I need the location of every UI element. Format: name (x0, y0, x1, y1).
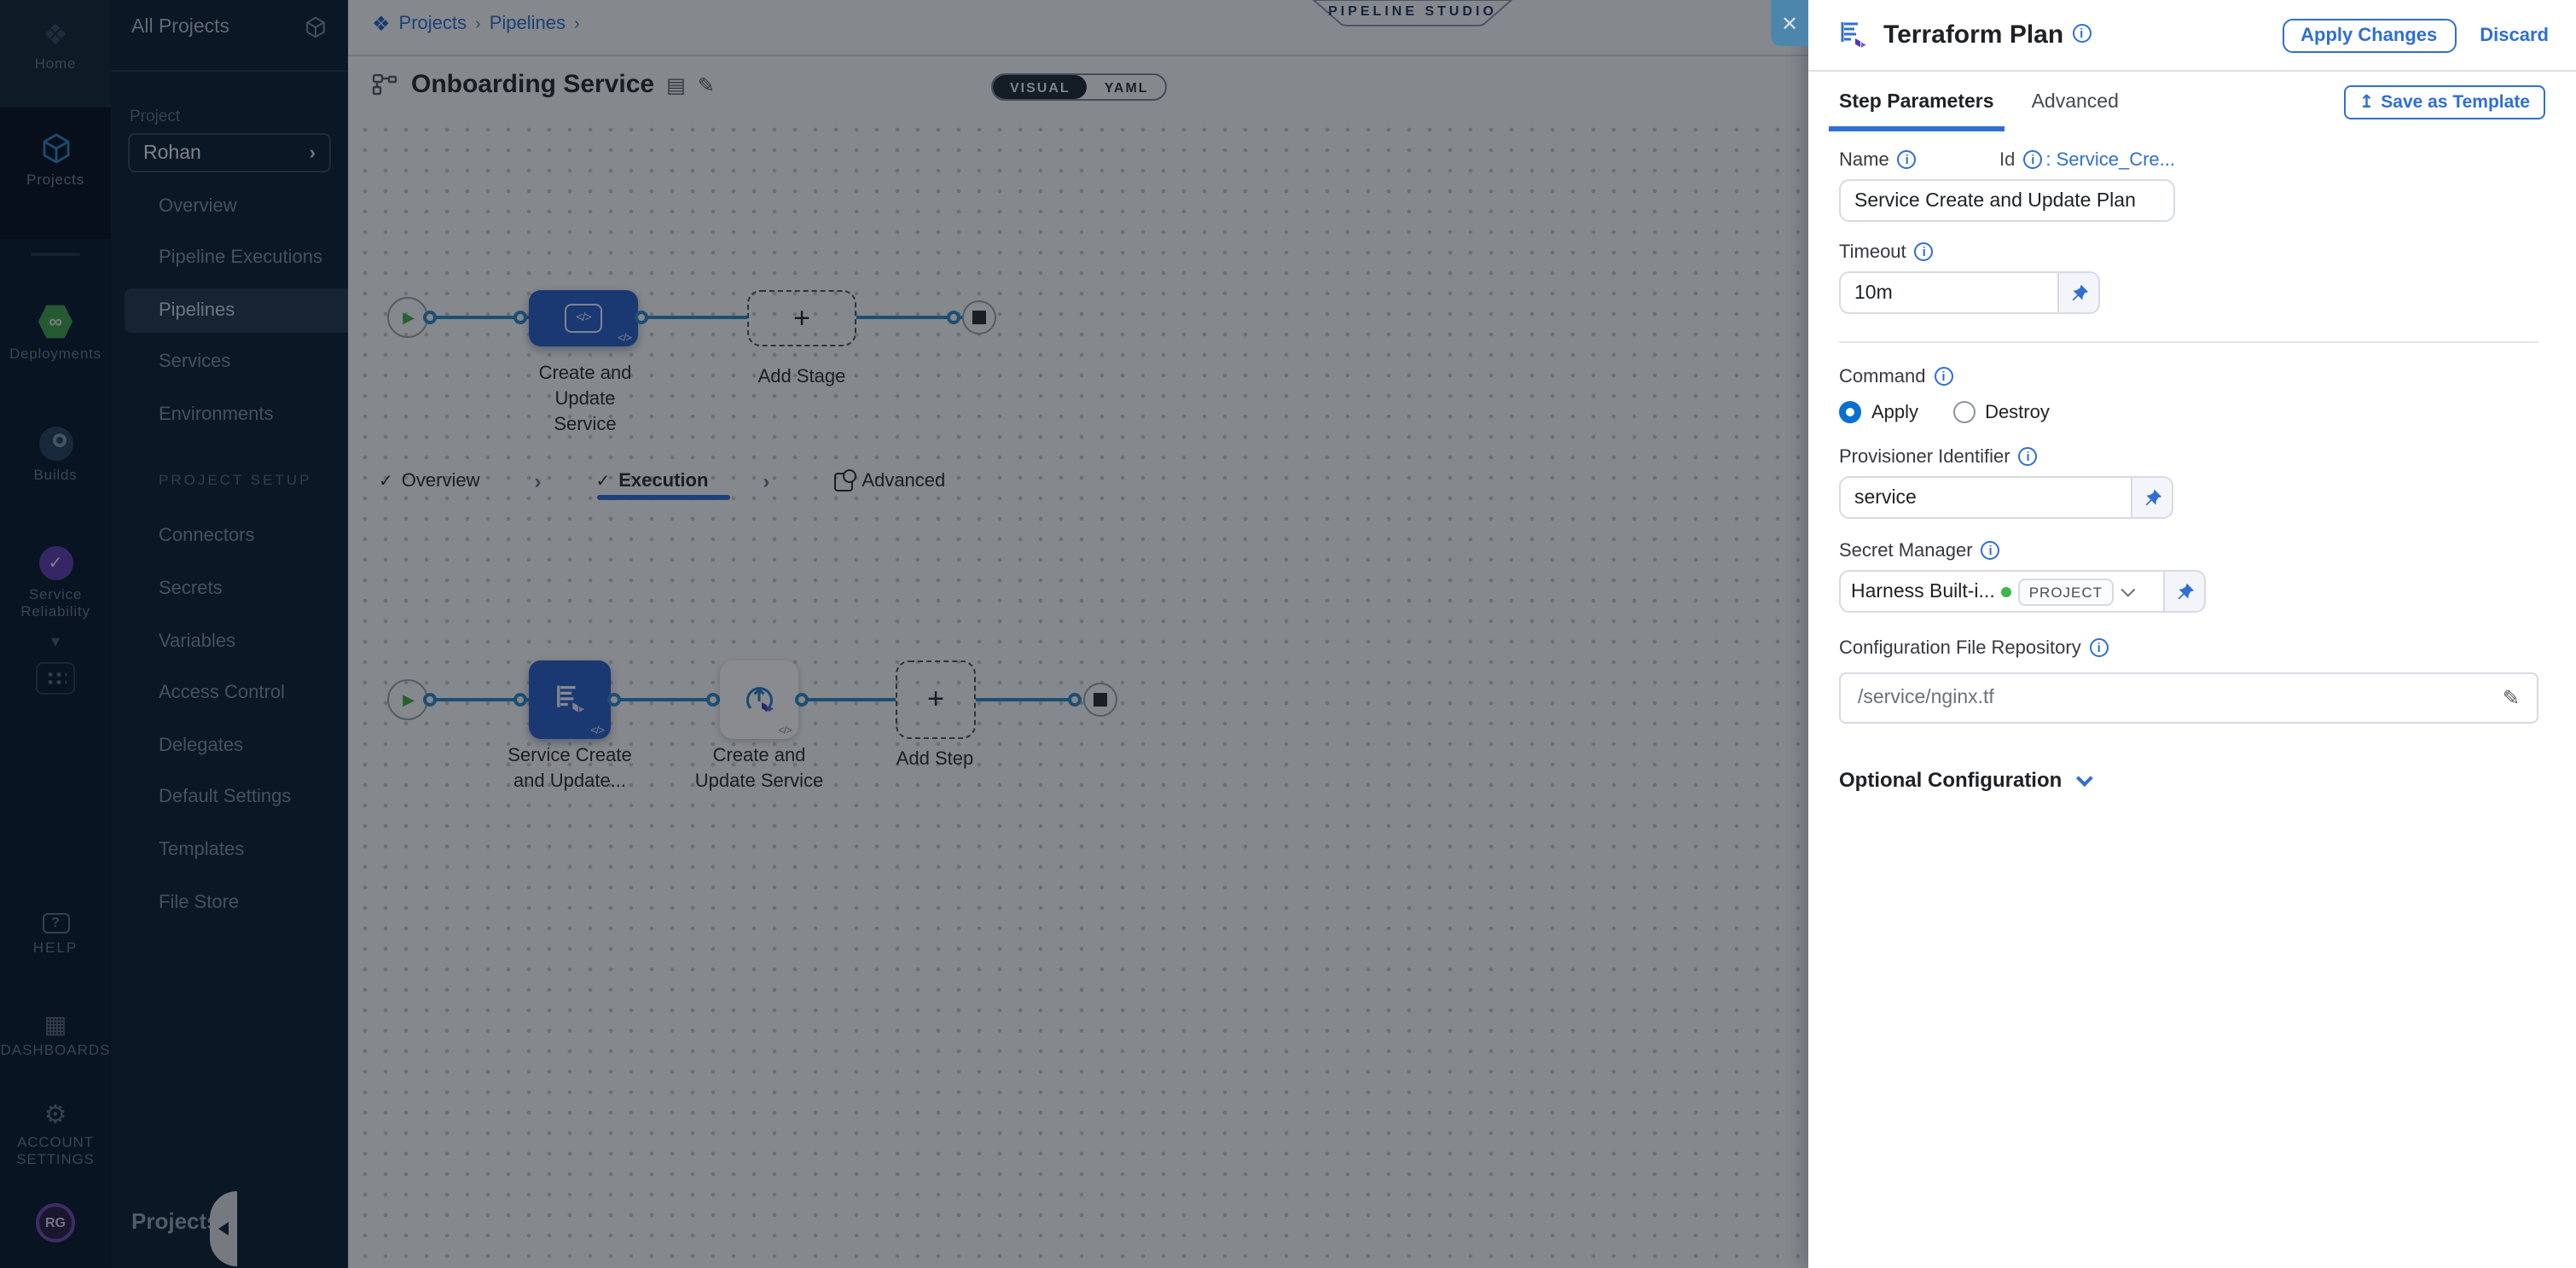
drawer-header: Terraform Plan i Apply Changes Discard (1808, 0, 2576, 72)
pin-icon (2068, 282, 2089, 303)
label-text: Name (1839, 150, 1889, 171)
save-as-template-label: Save as Template (2381, 91, 2530, 112)
divider (1839, 341, 2538, 343)
upload-icon: ↥ (2359, 91, 2375, 112)
save-as-template-button[interactable]: ↥ Save as Template (2344, 84, 2545, 119)
optional-configuration-toggle[interactable]: Optional Configuration (1839, 768, 2538, 792)
timeout-input[interactable] (1841, 273, 2057, 312)
runtime-input-toggle[interactable] (2163, 572, 2204, 611)
info-icon[interactable]: i (2090, 637, 2109, 656)
optional-configuration-label: Optional Configuration (1839, 768, 2062, 792)
tab-step-parameters[interactable]: Step Parameters (1839, 72, 1994, 131)
info-icon[interactable]: i (1935, 366, 1953, 385)
secret-manager-select-group: Harness Built-i... PROJECT (1839, 570, 2206, 613)
info-icon[interactable]: i (1981, 540, 2000, 559)
info-icon[interactable]: i (2072, 24, 2091, 43)
runtime-input-toggle[interactable] (2057, 273, 2098, 312)
terraform-plan-icon (1836, 18, 1870, 52)
pin-icon (2174, 581, 2195, 602)
id-prefix: Id (1999, 150, 2015, 171)
runtime-input-toggle[interactable] (2131, 478, 2172, 517)
label-text: Timeout (1839, 242, 1906, 263)
config-repo-field-label: Configuration File Repository i (1839, 638, 2538, 659)
radio-apply-label: Apply (1871, 402, 1918, 422)
timeout-field-label: Timeout i (1839, 242, 2538, 263)
info-icon[interactable]: i (2023, 149, 2042, 168)
radio-destroy-label: Destroy (1985, 402, 2050, 422)
name-field-label: Name i (1839, 150, 1917, 171)
secret-manager-value: Harness Built-i... (1851, 581, 1995, 602)
provisioner-input-group (1839, 476, 2173, 519)
provisioner-field-label: Provisioner Identifier i (1839, 447, 2538, 468)
info-icon[interactable]: i (1898, 149, 1917, 168)
pin-icon (2142, 487, 2162, 508)
provisioner-input[interactable] (1841, 478, 2131, 517)
step-parameters-form: Name i Id i : Service_Cre... Timeout i (1839, 150, 2538, 792)
chevron-down-icon (2075, 769, 2092, 786)
edit-pencil-icon[interactable]: ✎ (2503, 686, 2520, 710)
drawer-title: Terraform Plan (1883, 20, 2063, 49)
step-config-drawer: Terraform Plan i Apply Changes Discard S… (1808, 0, 2576, 1268)
apply-changes-button[interactable]: Apply Changes (2282, 18, 2456, 52)
harness-pipeline-studio-app: ❖ Home Projects ∞ Deployments Builds ✓ S… (0, 0, 2576, 1268)
name-input[interactable] (1839, 179, 2175, 222)
modal-dim-overlay[interactable] (0, 0, 1808, 1268)
secret-manager-field-label: Secret Manager i (1839, 541, 2538, 561)
config-repo-value: /service/nginx.tf (1858, 688, 1994, 708)
label-text: Provisioner Identifier (1839, 447, 2010, 468)
step-id: Id i : Service_Cre... (1999, 150, 2175, 171)
radio-apply[interactable] (1839, 401, 1861, 423)
discard-button[interactable]: Discard (2480, 25, 2549, 45)
close-icon: ✕ (1781, 11, 1798, 35)
chevron-down-icon (2120, 582, 2134, 596)
tab-advanced[interactable]: Advanced (2032, 72, 2119, 131)
label-text: Command (1839, 367, 1926, 387)
timeout-input-group (1839, 271, 2100, 314)
command-radio-group: Apply Destroy (1839, 401, 2538, 423)
drawer-tabs: Step Parameters Advanced ↥ Save as Templ… (1808, 72, 2576, 131)
config-repo-box[interactable]: /service/nginx.tf ✎ (1839, 672, 2538, 724)
command-field-label: Command i (1839, 367, 2538, 387)
connector-status-dot (2002, 586, 2012, 596)
step-id-link[interactable]: : Service_Cre... (2045, 150, 2175, 171)
secret-manager-select[interactable]: Harness Built-i... PROJECT (1841, 572, 2163, 611)
radio-destroy[interactable] (1952, 401, 1975, 423)
drawer-close-button[interactable]: ✕ (1771, 0, 1808, 46)
info-icon[interactable]: i (1915, 241, 1934, 260)
label-text: Configuration File Repository (1839, 638, 2081, 659)
scope-badge: PROJECT (2019, 578, 2113, 605)
info-icon[interactable]: i (2019, 446, 2038, 465)
label-text: Secret Manager (1839, 541, 1973, 561)
